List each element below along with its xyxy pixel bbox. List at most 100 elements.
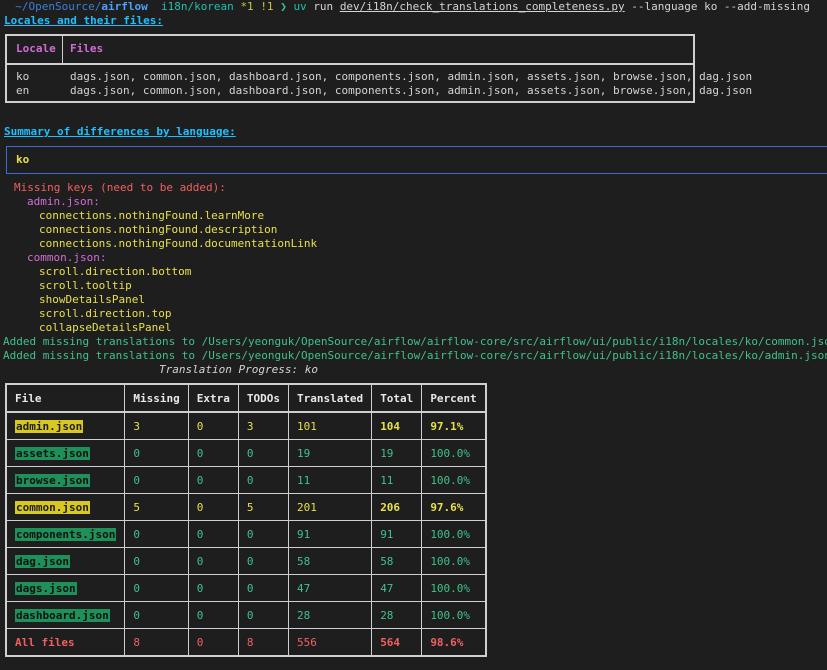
cell-percent: 100.0% [421,547,487,575]
cell-percent: 100.0% [421,601,487,629]
cell-total: 91 [371,520,423,548]
cell-total: 19 [371,439,423,467]
progress-header-row: File Missing Extra TODOs Translated Tota… [5,383,487,413]
total-file: All files [5,628,126,657]
cell-extra: 0 [187,493,239,521]
header-percent: Percent [421,383,487,413]
panel-language: ko [16,153,30,166]
git-branch: i18n/korean [160,0,234,13]
locales-heading: Locales and their files: [4,14,163,27]
column-divider [62,36,63,63]
files-en: dags.json, common.json, dashboard.json, … [70,84,753,97]
cell-extra: 0 [187,411,239,440]
cell-file: dags.json [5,574,126,602]
cell-file: admin.json [5,411,126,440]
missing-key: connections.nothingFound.documentationLi… [39,237,318,250]
total-row: All files 8 0 8 556 564 98.6% [5,628,487,657]
progress-table: File Missing Extra TODOs Translated Tota… [5,383,487,657]
cell-file: assets.json [5,439,126,467]
table-row: common.json 5 0 5 201 206 97.6% [5,493,487,521]
cell-translated: 11 [287,466,373,494]
cell-missing: 3 [124,411,189,440]
cell-percent: 100.0% [421,466,487,494]
path-prefix: ~/OpenSource/ [15,0,102,13]
file-name: common.json [15,500,90,514]
table-row: components.json 0 0 0 91 91 100.0% [5,520,487,548]
cell-translated: 201 [287,493,373,521]
cell-extra: 0 [187,439,239,467]
cell-translated: 47 [287,574,373,602]
header-missing: Missing [124,383,189,413]
total-percent: 98.6% [421,628,487,657]
header-translated: Translated [287,383,373,413]
cell-file: common.json [5,493,126,521]
cell-todos: 0 [237,574,289,602]
cell-missing: 0 [124,439,189,467]
total-total: 564 [371,628,423,657]
path-dir: airflow [101,0,148,13]
file-name: admin.json [15,419,84,433]
cmd-script: dev/i18n/check_translations_completeness… [339,0,625,13]
files-header: Files [70,42,104,55]
file-name: assets.json [15,446,90,460]
header-total: Total [371,383,423,413]
cell-total: 58 [371,547,423,575]
missing-key: showDetailsPanel [39,293,145,306]
total-translated: 556 [287,628,373,657]
table-row: dag.json 0 0 0 58 58 100.0% [5,547,487,575]
added-line-common: Added missing translations to /Users/yeo… [3,335,827,348]
cell-todos: 0 [237,520,289,548]
cell-todos: 0 [237,547,289,575]
cell-total: 206 [371,493,423,521]
cell-extra: 0 [187,547,239,575]
shell-prompt: ~/OpenSource/airflow i18n/korean *1 !1 ❯… [2,0,810,14]
locales-table-header [7,36,693,65]
total-todos: 8 [237,628,289,657]
language-panel: ko [6,146,827,174]
missing-key: scroll.direction.bottom [39,265,192,278]
table-row: dashboard.json 0 0 0 28 28 100.0% [5,601,487,629]
cell-missing: 0 [124,574,189,602]
cell-todos: 5 [237,493,289,521]
cell-missing: 5 [124,493,189,521]
added-line-admin: Added missing translations to /Users/yeo… [3,349,827,362]
cell-file: dag.json [5,547,126,575]
cell-todos: 0 [237,601,289,629]
cell-translated: 58 [287,547,373,575]
locale-en: en [16,84,30,97]
missing-key: connections.nothingFound.learnMore [39,209,265,222]
cell-file: dashboard.json [5,601,126,629]
cell-percent: 100.0% [421,574,487,602]
locale-header: Locale [16,42,56,55]
cell-total: 47 [371,574,423,602]
progress-title: Translation Progress: ko [159,363,318,376]
cell-percent: 100.0% [421,520,487,548]
cell-missing: 0 [124,547,189,575]
cell-extra: 0 [187,520,239,548]
total-missing: 8 [124,628,189,657]
table-row: assets.json 0 0 0 19 19 100.0% [5,439,487,467]
missing-key: connections.nothingFound.description [39,223,278,236]
cell-translated: 101 [287,411,373,440]
header-todos: TODOs [237,383,289,413]
file-name: dag.json [15,554,70,568]
locales-table: Locale Files ko dags.json, common.json, … [5,34,752,103]
git-modified: *1 [240,0,254,13]
git-untracked: !1 [260,0,274,13]
table-row: browse.json 0 0 0 11 11 100.0% [5,466,487,494]
cell-file: components.json [5,520,126,548]
cmd-args: --language ko --add-missing [631,0,811,13]
file-name: components.json [15,527,117,541]
cell-translated: 19 [287,439,373,467]
cell-extra: 0 [187,574,239,602]
missing-key: scroll.tooltip [39,279,132,292]
missing-key: collapseDetailsPanel [39,321,172,334]
cell-todos: 0 [237,439,289,467]
file-name: browse.json [15,473,90,487]
missing-file-common: common.json: [27,251,107,264]
cell-todos: 3 [237,411,289,440]
cmd-run: run [313,0,334,13]
cell-missing: 0 [124,520,189,548]
cell-todos: 0 [237,466,289,494]
cell-translated: 91 [287,520,373,548]
